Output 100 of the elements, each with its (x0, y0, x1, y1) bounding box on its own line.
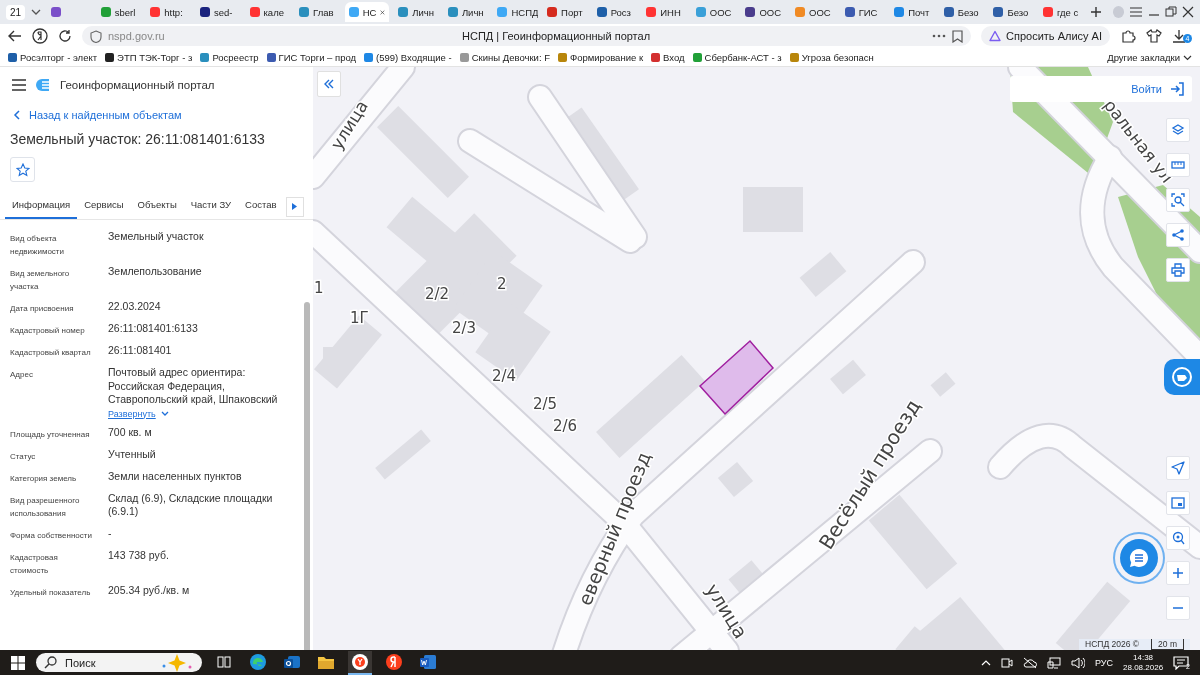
bookmark-link[interactable]: Скины Девочки: F (459, 51, 550, 63)
browser-tab[interactable]: где с (1039, 2, 1084, 22)
document-app-icon (419, 653, 437, 670)
browser-tab[interactable]: sed- (195, 2, 241, 22)
minimap-icon (1171, 497, 1185, 509)
notifications-icon[interactable] (1173, 655, 1190, 670)
camera-icon[interactable] (1001, 656, 1013, 669)
restore-icon[interactable] (1165, 6, 1178, 18)
browser-tab[interactable]: Росз (592, 2, 638, 22)
clock-time[interactable]: 14:38 (1133, 652, 1154, 663)
browser-tab[interactable]: НС (344, 2, 390, 22)
bookmark-link[interactable]: ГИС Торги – прод (266, 51, 357, 63)
collapse-panel-button[interactable] (317, 71, 341, 97)
browser-tab[interactable]: кале (245, 2, 291, 22)
portal-logo-icon (36, 77, 50, 93)
browser-tab[interactable]: Безо (989, 2, 1034, 22)
browser-tab[interactable]: ИНН (642, 2, 687, 22)
triangle-right-icon (292, 203, 298, 210)
menu-icon[interactable] (12, 79, 26, 91)
bookmark-icon[interactable] (952, 29, 964, 43)
info-tab[interactable]: Информация (5, 194, 78, 219)
info-tab[interactable]: Состав (238, 194, 284, 219)
bookmark-link[interactable]: ЭТП ТЭК-Торг - з (105, 51, 193, 63)
field-label: Удельный показатель (10, 586, 92, 599)
browser-tab[interactable]: Почт (890, 2, 935, 22)
bookmark-link[interactable]: Вход (651, 51, 685, 63)
locate-button[interactable] (1166, 456, 1190, 480)
bookmark-link[interactable]: Угроза безопасн (789, 51, 874, 63)
close-icon[interactable] (1182, 6, 1195, 18)
language-indicator[interactable]: РУС (1095, 657, 1114, 668)
taskbar-app[interactable] (348, 650, 372, 675)
tab-title: ИНН (660, 6, 681, 18)
other-bookmarks-link[interactable]: Другие закладки (1107, 51, 1192, 63)
scroll-right-button[interactable] (285, 196, 304, 217)
reload-icon[interactable] (58, 29, 72, 43)
back-link[interactable]: Назад к найденным объектам (0, 103, 313, 127)
back-icon[interactable] (8, 29, 22, 43)
plus-icon[interactable] (1088, 5, 1103, 19)
cloud-off-icon[interactable] (1023, 656, 1037, 669)
expand-link[interactable]: Развернуть (108, 408, 299, 419)
bookmark-link[interactable]: Формирование к (558, 51, 644, 63)
browser-tab[interactable]: ГИС (840, 2, 886, 22)
navigation-arrow-icon (1171, 461, 1185, 475)
feedback-button[interactable] (1164, 359, 1200, 395)
field-label: Категория земель (10, 472, 78, 485)
more-icon[interactable] (932, 34, 947, 38)
location-search-button[interactable] (1166, 526, 1190, 550)
browser-tab[interactable]: НСПД (493, 2, 539, 22)
browser-tab[interactable]: Порт (543, 2, 588, 22)
area-search-button[interactable] (1166, 188, 1190, 212)
favorite-button[interactable] (10, 157, 35, 182)
browser-tab[interactable]: http: (146, 2, 191, 22)
zoom-out-button[interactable] (1166, 596, 1190, 620)
browser-tab[interactable]: Глав (295, 2, 340, 22)
volume-icon[interactable] (1071, 656, 1085, 669)
share-button[interactable] (1166, 223, 1190, 247)
browser-logo-icon[interactable] (32, 28, 48, 44)
browser-tab[interactable]: ООС (691, 2, 737, 22)
shirt-icon[interactable] (1146, 28, 1162, 44)
puzzle-icon[interactable] (1120, 28, 1136, 44)
login-button[interactable]: Войти (1123, 82, 1192, 96)
info-tab[interactable]: Объекты (130, 194, 184, 219)
info-tab[interactable]: Части ЗУ (183, 194, 239, 219)
bookmark-link[interactable]: Росэлторг - элект (8, 51, 98, 63)
browser-tab[interactable]: Личн (394, 2, 439, 22)
browser-tab[interactable]: ООС (791, 2, 836, 22)
tab-title: Почт (908, 6, 930, 18)
layers-button[interactable] (1166, 118, 1190, 142)
map-label: 2/4 (492, 367, 517, 385)
browser-tab[interactable]: Личн (443, 2, 489, 22)
network-icon[interactable] (1047, 656, 1061, 669)
address-bar[interactable]: nspd.gov.ru НСПД | Геоинформационный портал (82, 26, 972, 46)
menu-icon[interactable] (1129, 6, 1144, 18)
tab-title: sed- (213, 6, 233, 18)
browser-tab[interactable]: Безо (939, 2, 985, 22)
chevron-down-icon (160, 410, 169, 417)
map-label: 2/3 (452, 319, 477, 337)
zoom-in-button[interactable] (1166, 561, 1190, 585)
browser-tab[interactable]: ООС (741, 2, 787, 22)
start-icon[interactable] (10, 654, 26, 671)
scrollbar[interactable] (304, 302, 310, 650)
letter-logo-icon (385, 652, 403, 671)
chat-icon (1127, 546, 1151, 570)
info-tab[interactable]: Сервисы (77, 194, 131, 219)
browser-tab[interactable]: sberl (96, 2, 142, 22)
chevron-up-icon[interactable] (981, 659, 991, 666)
print-button[interactable] (1166, 258, 1190, 282)
bookmark-link[interactable]: Сбербанк-АСТ - з (692, 51, 782, 63)
taskbar-search-field[interactable]: Поиск (36, 653, 202, 672)
tab-title: ООС (809, 6, 831, 18)
download-icon[interactable] (1172, 29, 1186, 43)
bookmark-link[interactable]: (599) Входящие - (364, 51, 452, 63)
minimap-button[interactable] (1166, 491, 1190, 515)
feedback-icon (1171, 366, 1193, 388)
location-search-icon (1171, 531, 1185, 545)
clock-date[interactable]: 28.08.2026 (1123, 662, 1164, 673)
tab-count[interactable]: 21 (6, 4, 26, 20)
bookmark-link[interactable]: Росреестр (200, 51, 259, 63)
map-label: 2/6 (553, 417, 578, 435)
ask-alice-button[interactable]: Спросить Алису AI (981, 26, 1110, 46)
